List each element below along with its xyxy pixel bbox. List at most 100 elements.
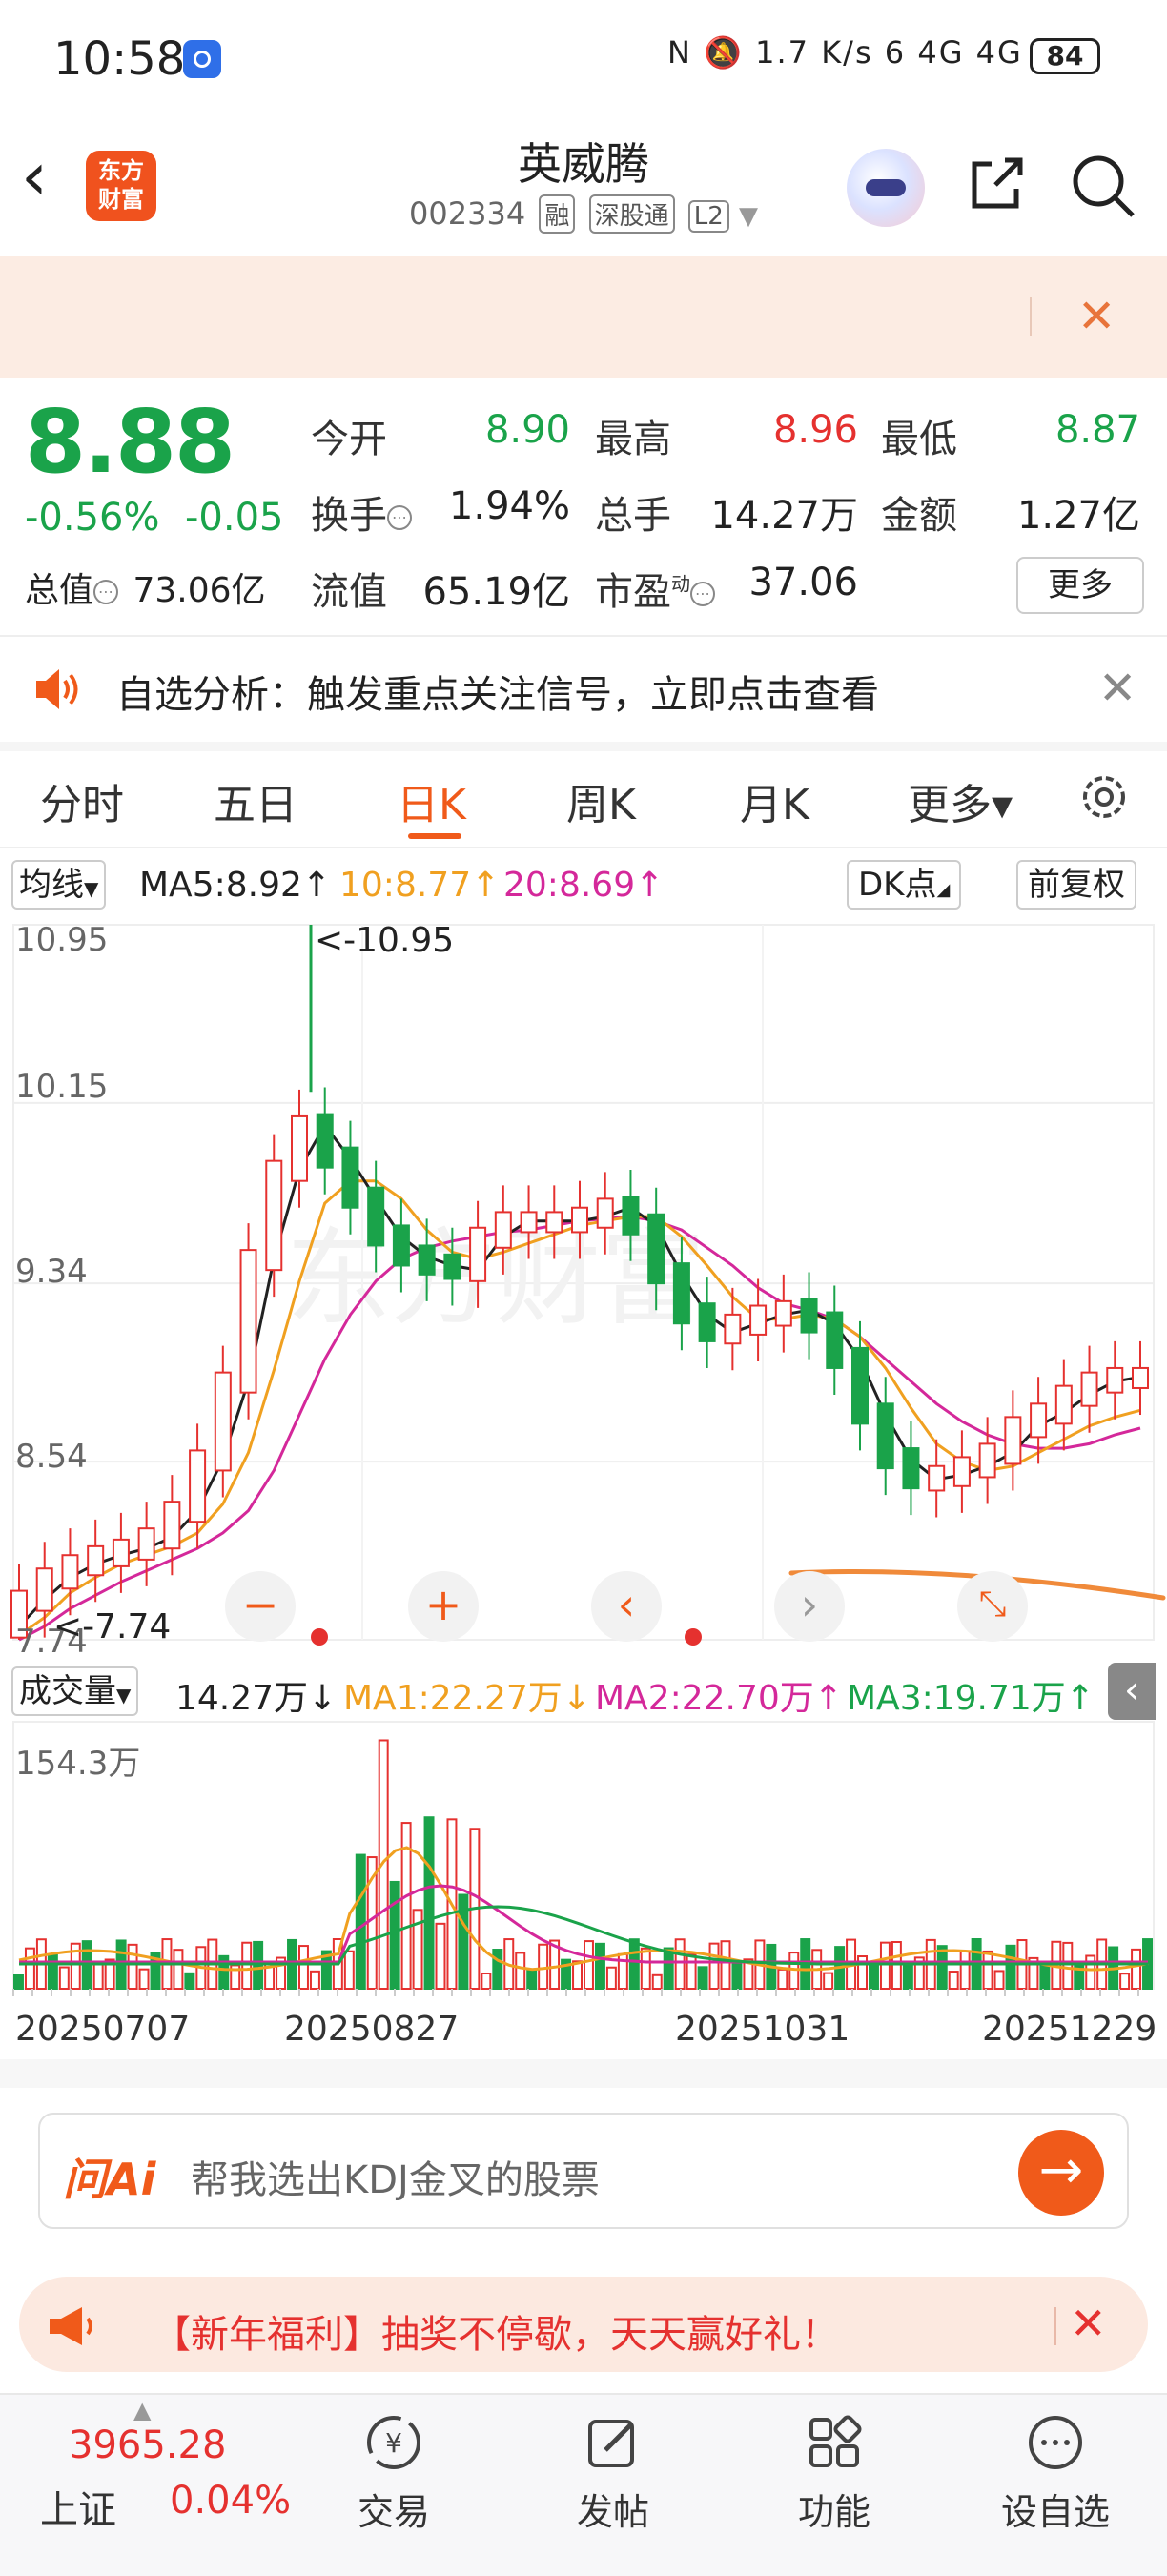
volume-bar xyxy=(584,1940,594,1990)
zoom-out-button[interactable]: − xyxy=(225,1571,296,1642)
dk-point-button[interactable]: DK点◢ xyxy=(847,860,962,910)
search-icon[interactable] xyxy=(1070,153,1136,219)
candle xyxy=(61,1554,79,1590)
nav-add-watchlist[interactable]: 设自选 xyxy=(984,2402,1127,2535)
banner-divider xyxy=(1030,297,1032,336)
volume-bar xyxy=(47,1953,58,1990)
volume-bar xyxy=(663,1947,674,1991)
volume-bar xyxy=(731,1960,743,1991)
date-label: 20250827 xyxy=(284,2010,460,2049)
y-label: 10.15 xyxy=(15,1068,109,1106)
volume-bar xyxy=(879,1941,891,1991)
vol-y-label: 154.3万 xyxy=(15,1745,141,1783)
candle xyxy=(112,1538,130,1567)
volume-bar xyxy=(640,1947,651,1991)
value-total-volume: 14.27万 xyxy=(710,494,858,538)
ma20-value: 20:8.69↑ xyxy=(503,866,665,905)
label-float-value: 流值 xyxy=(311,570,387,614)
volume-bar xyxy=(515,1952,526,1990)
tab-weekly-k[interactable]: 周K xyxy=(566,770,636,831)
chevron-down-icon: ▼ xyxy=(738,202,758,231)
volume-bar xyxy=(1119,1973,1131,1990)
candle xyxy=(189,1449,207,1523)
gear-icon[interactable] xyxy=(1075,768,1133,826)
volume-bar xyxy=(1131,1948,1142,1990)
promo-close-icon[interactable]: ✕ xyxy=(1070,2298,1107,2349)
more-quote-button[interactable]: 更多 xyxy=(1016,557,1144,614)
zoom-in-button[interactable]: + xyxy=(408,1571,479,1642)
nav-features[interactable]: 功能 xyxy=(763,2402,906,2535)
value-amount: 1.27亿 xyxy=(1016,494,1140,538)
ask-ai-input[interactable]: 帮我选出KDJ金叉的股票 xyxy=(191,2149,600,2204)
ma5-value: MA5:8.92↑ xyxy=(139,866,332,905)
promo-text[interactable]: 【新年福利】抽奖不停歇，天天赢好礼！ xyxy=(153,2303,839,2359)
kline-chart[interactable]: 东方财富 xyxy=(0,915,1167,1659)
label-open: 今开 xyxy=(311,418,387,461)
nav-trade[interactable]: ¥ 交易 xyxy=(322,2402,465,2535)
volume-bar xyxy=(959,1950,971,1991)
low-annotation: <-7.74 xyxy=(53,1607,172,1646)
fullscreen-icon[interactable]: ⤡ xyxy=(957,1571,1028,1642)
adjust-button[interactable]: 前复权 xyxy=(1016,860,1136,910)
top-banner[interactable] xyxy=(0,256,1167,378)
volume-bar xyxy=(423,1816,435,1990)
candle xyxy=(87,1544,105,1577)
battery-icon: 84 xyxy=(1030,38,1100,74)
scroll-left-button[interactable]: ‹ xyxy=(591,1571,662,1642)
candle xyxy=(341,1146,359,1209)
tab-five-day[interactable]: 五日 xyxy=(214,770,297,831)
candle xyxy=(571,1206,588,1234)
marker-dot xyxy=(311,1628,328,1646)
value-low: 8.87 xyxy=(1054,408,1140,452)
notice-close-icon[interactable]: ✕ xyxy=(1098,662,1136,715)
volume-bar xyxy=(628,1938,640,1990)
info-icon: ⋯ xyxy=(93,580,119,604)
arrow-right-icon[interactable]: → xyxy=(1018,2130,1104,2216)
volume-bar xyxy=(697,1966,708,1990)
label-total-volume: 总手 xyxy=(595,494,671,538)
candle xyxy=(1054,1384,1073,1425)
index-value[interactable]: 3965.28 xyxy=(69,2423,226,2467)
date-label: 20251229 xyxy=(982,2010,1157,2049)
volume-bar xyxy=(538,1943,549,1990)
high-annotation: <-10.95 xyxy=(315,921,455,960)
volume-bar xyxy=(309,1970,320,1990)
value-float-value: 65.19亿 xyxy=(422,570,570,614)
candle xyxy=(1080,1371,1098,1407)
ai-assistant-icon[interactable] xyxy=(847,149,925,227)
volume-chart[interactable] xyxy=(0,1665,1167,2008)
tab-more[interactable]: 更多▾ xyxy=(908,770,1013,831)
candle xyxy=(545,1211,563,1234)
banner-close-icon[interactable]: ✕ xyxy=(1077,290,1116,343)
tab-intraday[interactable]: 分时 xyxy=(40,770,124,831)
volume-bar xyxy=(1062,1941,1074,1991)
candle xyxy=(494,1211,512,1249)
volume-bar xyxy=(982,1950,993,1990)
candle xyxy=(1030,1402,1048,1439)
nav-post[interactable]: 发帖 xyxy=(542,2402,685,2535)
megaphone-icon xyxy=(50,2307,92,2345)
candle xyxy=(520,1211,538,1234)
add-watchlist-icon xyxy=(1029,2416,1082,2469)
tab-monthly-k[interactable]: 月K xyxy=(740,770,809,831)
share-icon[interactable] xyxy=(967,153,1028,214)
label-pe[interactable]: 市盈动 ⋯ xyxy=(595,561,715,616)
notice-text[interactable]: 自选分析：触发重点关注信号，立即点击查看 xyxy=(116,664,879,719)
label-high: 最高 xyxy=(595,418,671,461)
tab-daily-k[interactable]: 日K xyxy=(397,770,466,831)
candle xyxy=(239,1249,257,1394)
indicator-dropdown[interactable]: 均线▼ xyxy=(11,860,107,910)
trade-icon: ¥ xyxy=(367,2416,420,2469)
scroll-right-button[interactable]: › xyxy=(774,1571,845,1642)
candle xyxy=(876,1402,894,1470)
change-percent: -0.56% xyxy=(25,496,160,540)
value-pe: 37.06 xyxy=(748,561,858,604)
candle xyxy=(902,1447,920,1490)
volume-bar xyxy=(823,1972,834,1990)
total-market-value[interactable]: 总值 ⋯ 73.06亿 xyxy=(25,562,266,612)
volume-bar xyxy=(13,1974,24,1990)
label-turnover[interactable]: 换手 ⋯ xyxy=(311,484,412,540)
tag-connect: 深股通 xyxy=(588,194,675,234)
date-label: 20251031 xyxy=(675,2010,850,2049)
value-open: 8.90 xyxy=(484,408,570,452)
